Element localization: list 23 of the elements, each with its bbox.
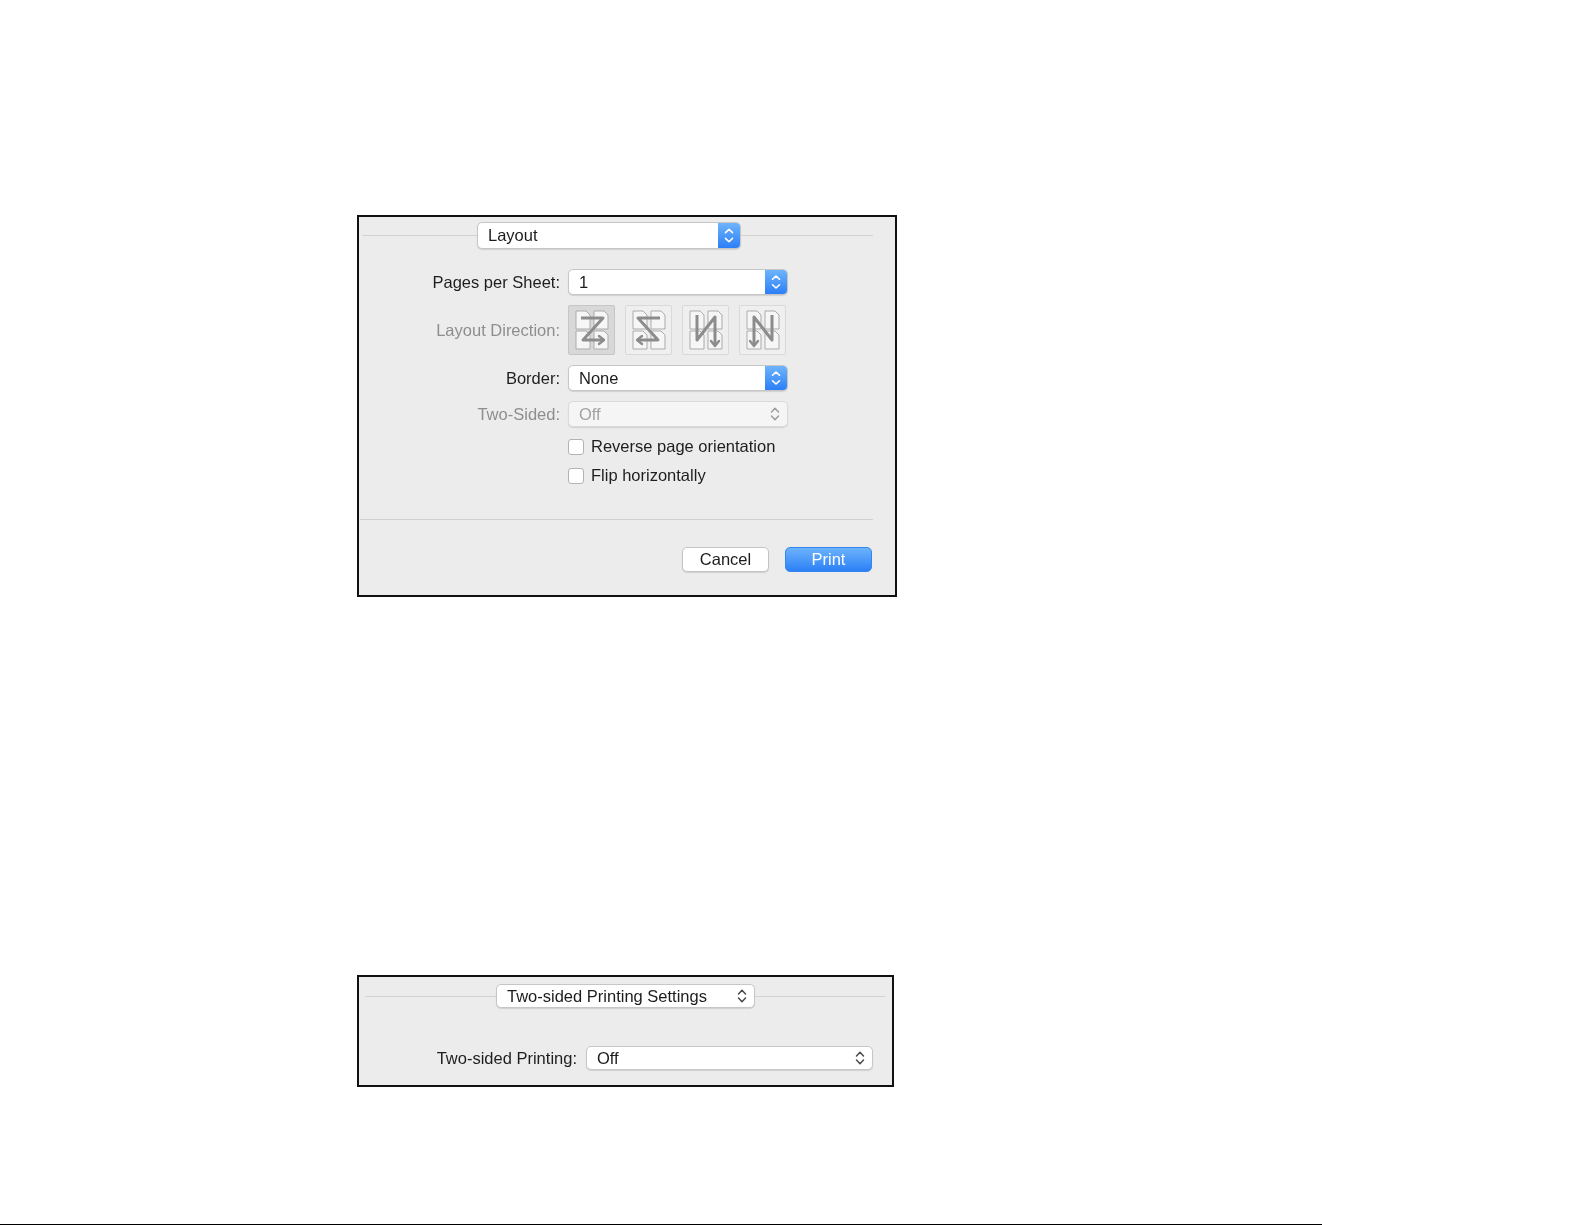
field-label: Pages per Sheet:	[432, 272, 560, 292]
up-down-arrows-icon	[770, 406, 780, 422]
field-label: Border:	[505, 368, 560, 388]
checkbox[interactable]	[568, 438, 584, 455]
up-down-arrows-icon	[765, 366, 787, 390]
panel-dropdown[interactable]: Layout	[477, 222, 741, 249]
page-order-icon	[629, 309, 668, 351]
checkbox-label[interactable]: Flip horizontally	[591, 466, 706, 485]
panel-dropdown[interactable]: Two-sided Printing Settings	[496, 984, 755, 1008]
up-down-arrows-icon	[765, 270, 787, 294]
up-down-arrows-icon	[855, 1050, 865, 1066]
field-label: Layout Direction:	[436, 320, 560, 340]
checkbox-label[interactable]: Reverse page orientation	[591, 437, 776, 456]
dropdown[interactable]: 1	[568, 269, 788, 295]
field-label: Two-Sided:	[477, 404, 560, 424]
page-order-icon	[572, 309, 611, 351]
page-order-icon	[743, 309, 782, 351]
dialog-button[interactable]: Cancel	[682, 547, 769, 572]
dropdown[interactable]: Off	[586, 1046, 873, 1070]
page-order-icon	[686, 309, 725, 351]
checkbox[interactable]	[568, 467, 584, 484]
field-label: Two-sided Printing:	[436, 1048, 577, 1068]
dropdown[interactable]: None	[568, 365, 788, 391]
